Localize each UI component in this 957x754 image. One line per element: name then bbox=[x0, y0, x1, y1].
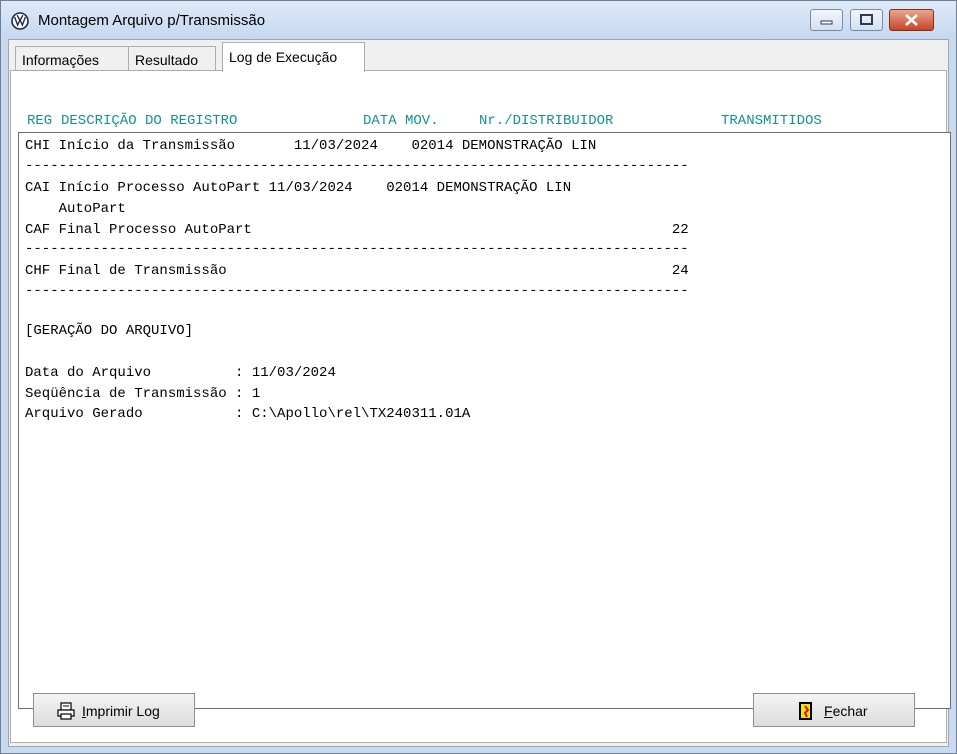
column-header-distribuidor: Nr./DISTRIBUIDOR bbox=[479, 113, 614, 129]
log-line: [GERAÇÃO DO ARQUIVO] bbox=[25, 323, 194, 339]
close-icon bbox=[905, 14, 918, 26]
log-line: Seqüência de Transmissão : 1 bbox=[25, 386, 261, 402]
tab-resultado[interactable]: Resultado bbox=[128, 46, 216, 70]
log-line: ----------------------------------------… bbox=[25, 241, 689, 257]
log-line: Arquivo Gerado : C:\Apollo\rel\TX240311.… bbox=[25, 406, 471, 422]
column-header-reg: REG bbox=[27, 113, 53, 129]
window-title: Montagem Arquivo p/Transmissão bbox=[38, 12, 266, 29]
log-line: CHI Início da Transmissão 11/03/2024 020… bbox=[25, 138, 597, 154]
column-header-data-mov: DATA MOV. bbox=[363, 113, 439, 129]
fechar-button[interactable]: Fechar bbox=[753, 693, 915, 727]
exit-door-icon bbox=[799, 702, 812, 720]
log-line: CAI Início Processo AutoPart 11/03/2024 … bbox=[25, 180, 572, 196]
print-log-button[interactable]: Imprimir Log bbox=[33, 693, 195, 727]
window-client: Informações Resultado Log de Execução RE… bbox=[8, 39, 951, 747]
maximize-icon bbox=[860, 14, 873, 25]
log-line: CAF Final Processo AutoPart 22 bbox=[25, 222, 689, 238]
tab-informacoes[interactable]: Informações bbox=[15, 46, 129, 70]
maximize-button[interactable] bbox=[850, 9, 883, 31]
minimize-icon bbox=[820, 20, 833, 25]
log-line: ----------------------------------------… bbox=[25, 158, 689, 174]
log-line: Data do Arquivo : 11/03/2024 bbox=[25, 365, 336, 381]
title-bar[interactable]: Montagem Arquivo p/Transmissão bbox=[1, 1, 956, 39]
log-line: CHF Final de Transmissão 24 bbox=[25, 263, 689, 279]
app-window: Montagem Arquivo p/Transmissão Informaçõ… bbox=[0, 0, 957, 754]
vw-logo-icon bbox=[11, 12, 29, 30]
print-log-label-rest: mprimir Log bbox=[85, 703, 160, 719]
column-header-descricao: DESCRIÇÃO DO REGISTRO bbox=[61, 113, 238, 129]
log-line: AutoPart bbox=[25, 201, 126, 217]
log-line: ----------------------------------------… bbox=[25, 283, 689, 299]
log-tab-panel: REG DESCRIÇÃO DO REGISTRO DATA MOV. Nr./… bbox=[10, 70, 951, 743]
column-header-transmitidos: TRANSMITIDOS bbox=[721, 113, 822, 129]
fechar-label: Fechar bbox=[824, 703, 868, 719]
log-text-area[interactable]: CHI Início da Transmissão 11/03/2024 020… bbox=[18, 132, 951, 709]
tab-log-de-execucao[interactable]: Log de Execução bbox=[222, 42, 365, 72]
close-window-button[interactable] bbox=[889, 9, 934, 31]
fechar-label-rest: echar bbox=[832, 703, 868, 719]
minimize-button[interactable] bbox=[810, 9, 843, 31]
fechar-mnemonic: F bbox=[824, 703, 833, 719]
print-log-label: Imprimir Log bbox=[82, 703, 160, 719]
printer-icon bbox=[57, 702, 75, 720]
